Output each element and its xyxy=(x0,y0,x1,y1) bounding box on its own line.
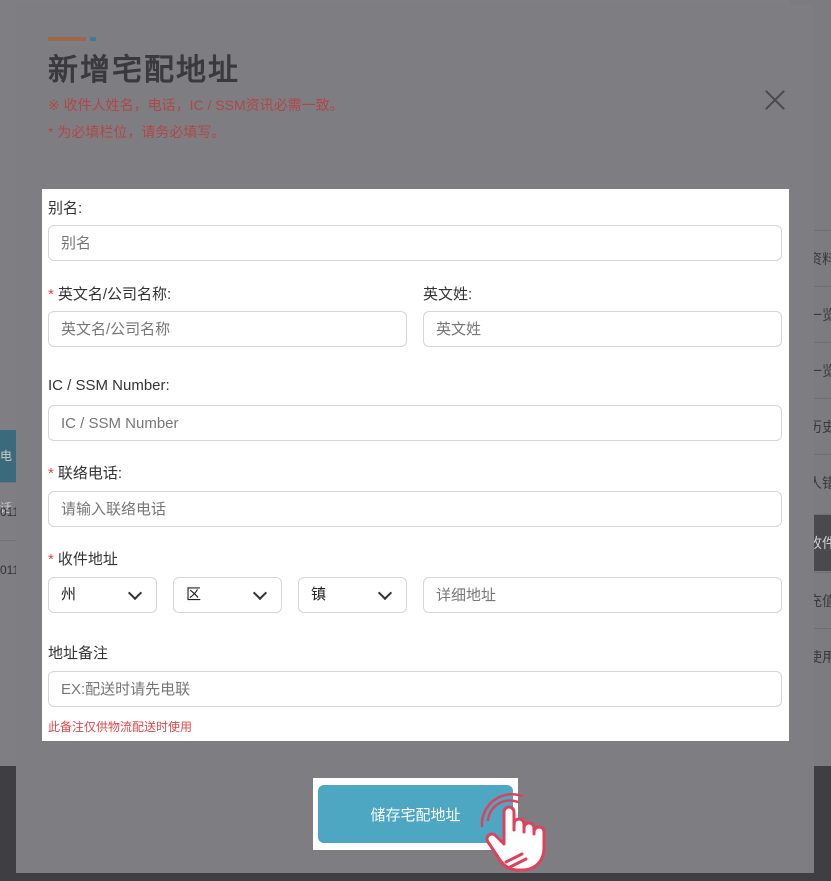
town-select[interactable]: 镇 xyxy=(298,577,407,613)
town-value: 镇 xyxy=(311,586,327,603)
state-value: 州 xyxy=(61,586,77,603)
district-select[interactable]: 区 xyxy=(173,577,282,613)
address-label: * 收件地址 xyxy=(48,551,118,568)
tap-hand-icon xyxy=(480,793,546,872)
bg-tab: 电话 xyxy=(0,430,16,515)
required-note: * 为必填栏位，请务必填写。 xyxy=(48,124,226,140)
first-name-label: * 英文名/公司名称: xyxy=(48,286,172,303)
consistency-note: ※ 收件人姓名，电话，IC / SSM资讯必需一致。 xyxy=(48,97,344,113)
bg-row: 011 xyxy=(0,482,16,541)
alias-label: 别名: xyxy=(48,200,83,217)
detail-address-input[interactable] xyxy=(423,577,782,613)
phone-input[interactable] xyxy=(48,491,782,527)
remark-input[interactable] xyxy=(48,671,782,707)
last-name-label: 英文姓: xyxy=(423,286,473,303)
chevron-down-icon xyxy=(127,585,143,601)
title-accent xyxy=(48,37,96,41)
close-icon[interactable] xyxy=(764,89,786,111)
remark-label: 地址备注 xyxy=(48,645,109,662)
first-name-input[interactable] xyxy=(48,311,407,347)
alias-input[interactable] xyxy=(48,225,782,261)
remark-hint: 此备注仅供物流配送时使用 xyxy=(48,720,193,734)
last-name-input[interactable] xyxy=(423,311,782,347)
phone-label: * 联络电话: xyxy=(48,465,123,482)
modal-title: 新增宅配地址 xyxy=(48,54,240,87)
district-value: 区 xyxy=(186,586,202,603)
address-form: 别名: *英文名/公司名称: 英文姓: IC / SSM Number: *联络… xyxy=(42,189,789,741)
state-select[interactable]: 州 xyxy=(48,577,157,613)
ic-input[interactable] xyxy=(48,405,782,441)
chevron-down-icon xyxy=(377,585,393,601)
chevron-down-icon xyxy=(252,585,268,601)
bg-row: 011 xyxy=(0,540,16,599)
ic-label: IC / SSM Number: xyxy=(48,377,170,394)
